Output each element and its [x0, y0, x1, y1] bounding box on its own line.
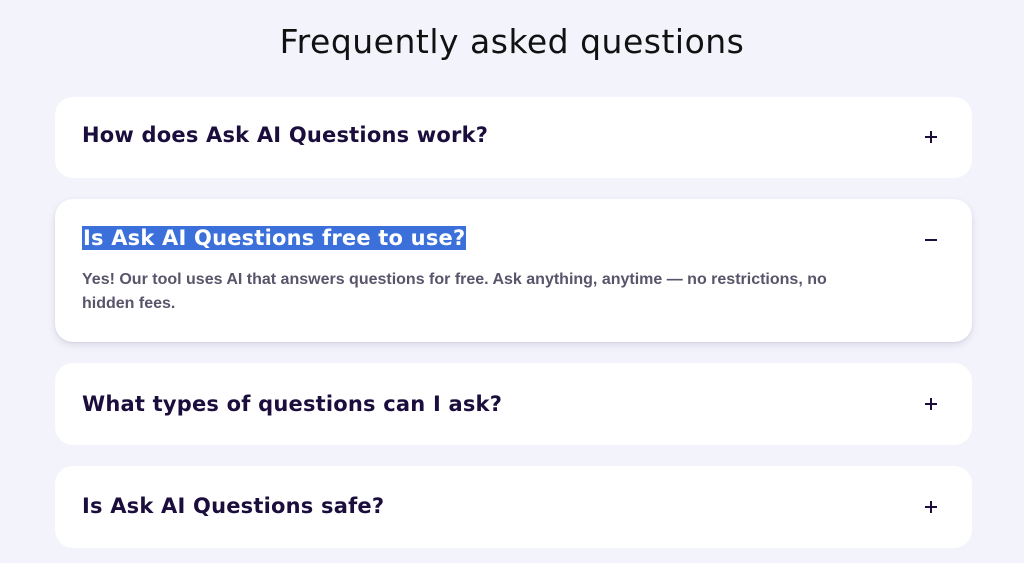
- faq-item[interactable]: How does Ask AI Questions work?: [55, 97, 972, 178]
- faq-answer: Yes! Our tool uses AI that answers quest…: [82, 271, 827, 312]
- plus-icon[interactable]: [922, 498, 940, 516]
- faq-title: Frequently asked questions: [279, 22, 745, 61]
- faq-question-selected[interactable]: Is Ask AI Questions free to use?: [82, 226, 467, 250]
- plus-icon[interactable]: [922, 128, 940, 146]
- faq-question[interactable]: Is Ask AI Questions safe?: [82, 494, 384, 518]
- minus-icon[interactable]: [922, 231, 940, 249]
- faq-item[interactable]: What types of questions can I ask?: [55, 363, 972, 445]
- faq-page: Frequently asked questions How does Ask …: [0, 0, 1024, 563]
- faq-question[interactable]: How does Ask AI Questions work?: [82, 123, 488, 147]
- faq-question[interactable]: What types of questions can I ask?: [82, 392, 502, 416]
- faq-item-expanded[interactable]: Is Ask AI Questions free to use? Yes! Ou…: [55, 199, 972, 342]
- plus-icon[interactable]: [922, 395, 940, 413]
- faq-item[interactable]: Is Ask AI Questions safe?: [55, 466, 972, 548]
